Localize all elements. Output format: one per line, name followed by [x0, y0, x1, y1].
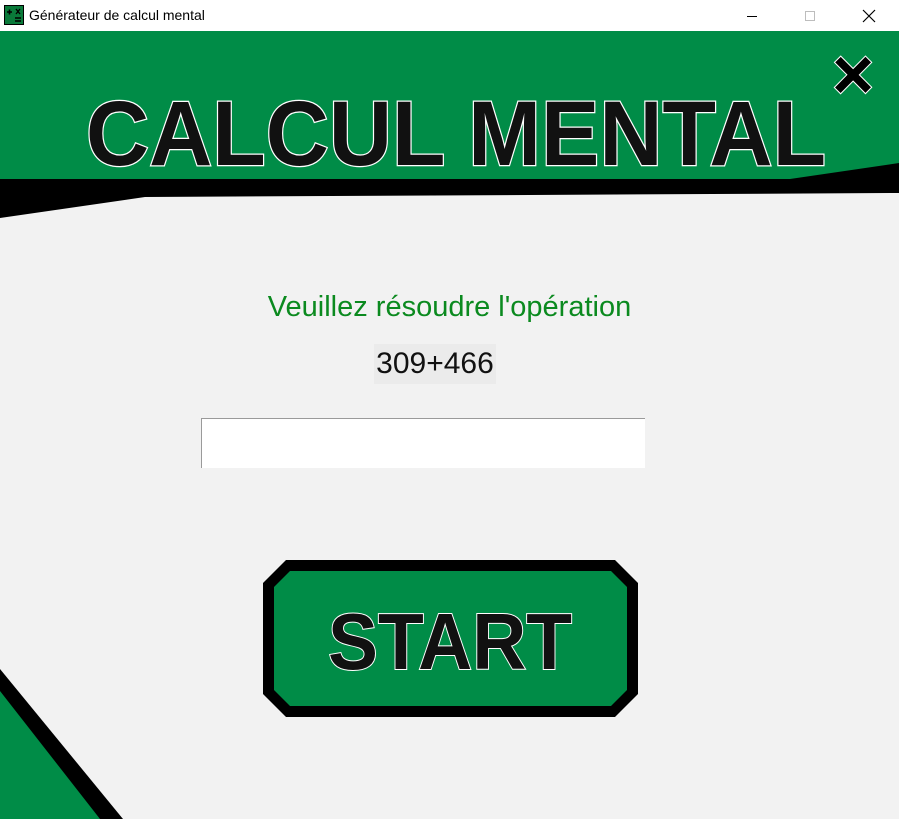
start-button[interactable]: START: [260, 557, 641, 720]
calculator-app-icon: [4, 5, 24, 25]
start-button-label: START: [328, 597, 572, 686]
window-title: Générateur de calcul mental: [29, 7, 205, 23]
operation-display: 309+466: [374, 344, 496, 384]
minimize-icon: [747, 15, 757, 17]
maximize-button[interactable]: [781, 0, 839, 31]
banner-title: CALCUL MENTAL: [86, 83, 826, 185]
answer-input[interactable]: [201, 418, 645, 468]
banner-badge: ×: [832, 35, 874, 115]
instruction-label: Veuillez résoudre l'opération: [267, 291, 632, 323]
minimize-button[interactable]: [723, 0, 781, 31]
app-content: CALCUL MENTAL × Veuillez résoudre l'opér…: [0, 31, 899, 819]
close-button[interactable]: [840, 0, 898, 31]
window-titlebar: Générateur de calcul mental: [0, 0, 899, 31]
maximize-icon: [805, 10, 815, 21]
app-banner-logo: CALCUL MENTAL ×: [85, 34, 875, 186]
close-icon: [862, 9, 876, 22]
